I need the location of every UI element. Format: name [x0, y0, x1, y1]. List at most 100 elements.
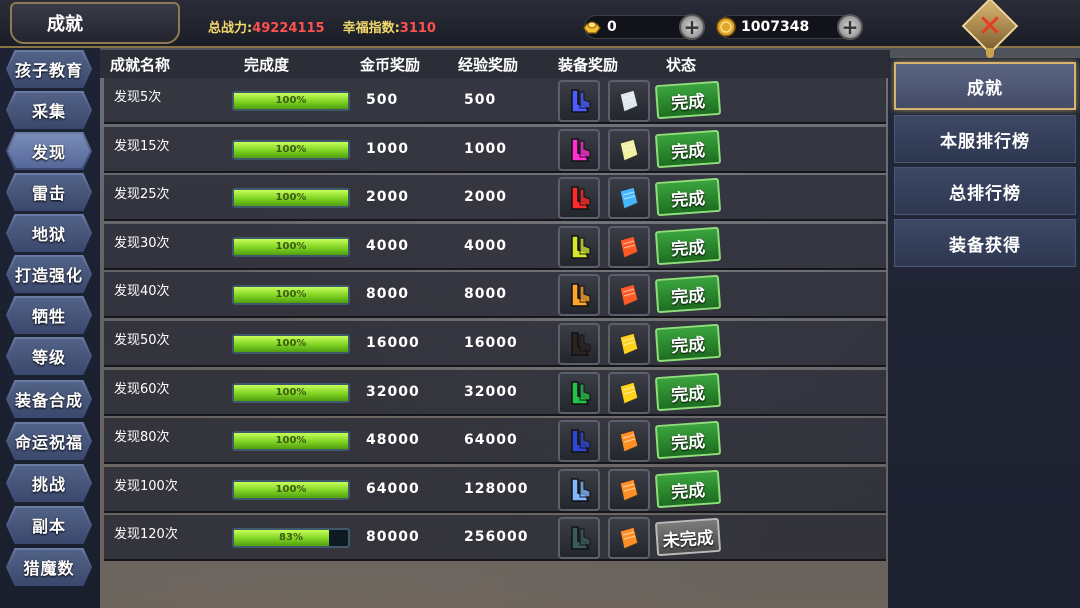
nav-label: 牺牲 [31, 307, 66, 326]
nav-item-gather[interactable]: 采集 [2, 91, 96, 129]
nav-item-lightning[interactable]: 雷击 [2, 173, 96, 211]
tab-label: 装备获得 [949, 235, 1021, 256]
complete-badge: 完成 [654, 80, 722, 120]
progress-text: 100% [275, 338, 307, 349]
nav-item-child-education[interactable]: 孩子教育 [2, 50, 96, 88]
gold-reward: 16000 [366, 335, 420, 351]
scroll-reward-slot[interactable] [608, 468, 650, 511]
nav-item-fate-blessing[interactable]: 命运祝福 [2, 422, 96, 460]
gold-reward: 4000 [366, 237, 409, 254]
equip-reward-slot[interactable] [558, 468, 600, 511]
complete-badge: 完成 [654, 323, 722, 363]
scroll-reward-slot[interactable] [608, 177, 650, 220]
add-gold-ingot-button[interactable]: + [679, 14, 705, 40]
luck-value: 3110 [399, 21, 436, 36]
scroll-reward-slot[interactable] [608, 225, 650, 268]
close-button[interactable]: ✕ [961, 0, 1019, 55]
progress-bar: 83% [232, 528, 350, 549]
page-title-text: 成就 [47, 14, 83, 35]
progress-text: 100% [275, 240, 307, 252]
luck-stat: 幸福指数:3110 [343, 17, 436, 36]
scroll-reward-slot[interactable] [608, 517, 650, 560]
nav-item-demon-hunt[interactable]: 猎魔数 [2, 548, 96, 586]
achievement-name: 发现40次 [114, 284, 170, 300]
progress-text: 83% [279, 532, 303, 544]
tab-global-ranking[interactable]: 总排行榜 [894, 167, 1076, 215]
table-row: 发现5次 100% 500 500 完成 [104, 78, 886, 124]
equip-reward-slot[interactable] [558, 128, 600, 171]
gold-reward: 500 [366, 92, 399, 108]
progress-bar: 100% [232, 334, 350, 354]
equip-reward-slot[interactable] [558, 225, 600, 268]
status-text: 完成 [670, 91, 706, 114]
tab-label: 成就 [967, 78, 1003, 99]
status-text: 完成 [670, 139, 706, 163]
scroll-reward-slot[interactable] [608, 274, 650, 317]
top-bar: 成就 总战力:49224115 幸福指数:3110 0 + 1007348 + … [0, 0, 1080, 55]
tab-equipment-obtained[interactable]: 装备获得 [894, 219, 1076, 267]
equip-reward-slot[interactable] [558, 177, 600, 220]
power-value: 49224115 [252, 21, 325, 36]
nav-label: 挑战 [31, 475, 66, 494]
tab-label: 总排行榜 [949, 183, 1021, 204]
boots-icon [571, 380, 591, 405]
nav-item-level[interactable]: 等级 [2, 337, 96, 375]
scroll-reward-slot[interactable] [608, 371, 650, 414]
nav-item-discover[interactable]: 发现 [2, 132, 96, 170]
progress-text: 100% [275, 192, 307, 204]
nav-item-hell[interactable]: 地狱 [2, 214, 96, 252]
gold-ingot-display: 0 + [583, 14, 705, 40]
scroll-reward-slot[interactable] [608, 420, 650, 463]
status-text: 完成 [670, 188, 706, 211]
col-header-gold: 金币奖励 [360, 56, 421, 74]
equip-reward-slot[interactable] [558, 274, 600, 317]
exp-reward: 1000 [464, 140, 507, 157]
table-row: 发现120次 83% 80000 256000 未完成 [104, 515, 886, 562]
nav-item-sacrifice[interactable]: 牺牲 [2, 296, 96, 334]
close-icon: ✕ [977, 8, 1003, 44]
gold-reward: 48000 [366, 432, 420, 449]
status-text: 完成 [670, 334, 706, 357]
table-header: 成就名称 完成度 金币奖励 经验奖励 装备奖励 状态 [100, 50, 890, 78]
nav-item-challenge[interactable]: 挑战 [2, 464, 96, 502]
nav-label: 猎魔数 [23, 559, 75, 578]
achievement-name: 发现80次 [114, 430, 170, 446]
equip-reward-slot[interactable] [558, 323, 600, 365]
gold-reward: 1000 [366, 140, 409, 157]
progress-bar: 100% [232, 139, 350, 160]
status-text: 完成 [670, 237, 706, 260]
nav-label: 副本 [31, 517, 66, 536]
achievement-name: 发现120次 [114, 527, 178, 543]
progress-bar: 100% [232, 188, 350, 209]
nav-item-forge[interactable]: 打造强化 [2, 255, 96, 293]
complete-badge: 完成 [654, 275, 722, 314]
equip-reward-slot[interactable] [558, 517, 600, 560]
col-header-progress: 完成度 [244, 56, 290, 74]
scroll-icon [619, 186, 639, 211]
scroll-icon [619, 89, 639, 113]
add-coin-button[interactable]: + [837, 14, 863, 40]
table-row: 发现40次 100% 8000 8000 完成 [104, 272, 886, 319]
complete-badge: 完成 [654, 177, 722, 217]
scroll-icon [619, 137, 639, 162]
scroll-reward-slot[interactable] [608, 80, 650, 122]
scroll-reward-slot[interactable] [608, 323, 650, 365]
tab-achievement[interactable]: 成就 [894, 62, 1076, 110]
status-text: 完成 [670, 431, 706, 454]
exp-reward: 2000 [464, 189, 507, 206]
boots-icon [571, 478, 591, 502]
equip-reward-slot[interactable] [558, 420, 600, 463]
complete-badge: 完成 [654, 226, 722, 265]
scroll-icon [619, 380, 639, 405]
scroll-reward-slot[interactable] [608, 128, 650, 171]
achievement-name: 发现5次 [114, 90, 162, 105]
scroll-icon [619, 332, 639, 356]
equip-reward-slot[interactable] [558, 371, 600, 414]
nav-item-dungeon[interactable]: 副本 [2, 506, 96, 544]
nav-item-equip-synthesis[interactable]: 装备合成 [2, 380, 96, 418]
tab-server-ranking[interactable]: 本服排行榜 [894, 115, 1076, 163]
player-stats: 总战力:49224115 幸福指数:3110 [208, 17, 436, 36]
equip-reward-slot[interactable] [558, 80, 600, 122]
boots-icon [571, 332, 591, 356]
gold-reward: 80000 [366, 529, 420, 546]
